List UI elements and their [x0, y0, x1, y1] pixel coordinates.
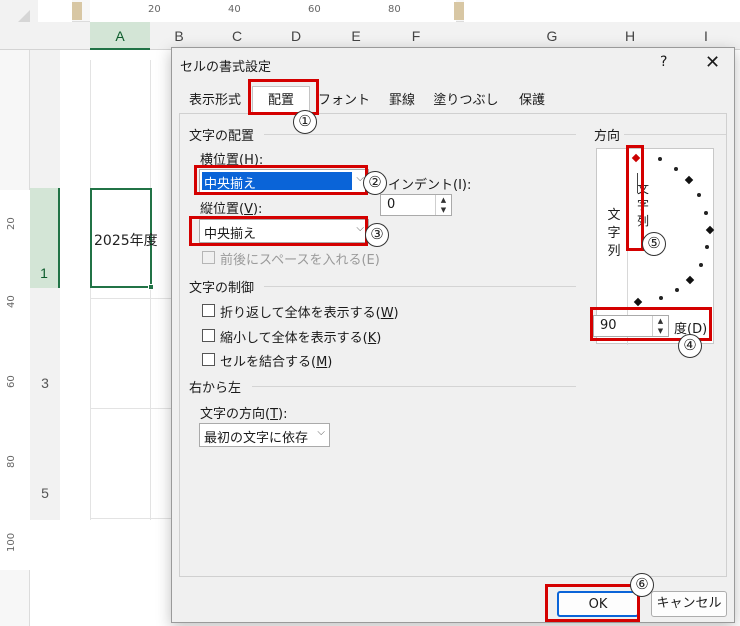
indent-spinner[interactable]: 0 ▲ ▼ — [380, 194, 452, 216]
column-header-h[interactable]: H — [598, 22, 662, 50]
close-icon[interactable]: ✕ — [705, 52, 720, 73]
divider — [264, 134, 576, 135]
tab-font[interactable]: フォント — [316, 86, 372, 114]
section-orientation: 方向 — [594, 129, 621, 144]
help-button[interactable]: ? — [660, 54, 667, 70]
vertical-ruler: 20 40 60 80 100 — [0, 50, 30, 626]
row-header-5[interactable]: 5 — [30, 478, 60, 508]
cell-a1[interactable]: 2025年度 — [90, 188, 158, 290]
tab-number-format[interactable]: 表示形式 — [182, 86, 248, 114]
row-header-1[interactable]: 1 — [30, 188, 60, 288]
text-direction-label: 文字の方向(T): — [200, 407, 288, 422]
row-headers: 1 3 5 — [30, 50, 60, 520]
section-text-alignment: 文字の配置 — [189, 129, 255, 144]
shrink-to-fit-label: 縮小して全体を表示する(K) — [220, 331, 382, 346]
angle-dot — [658, 157, 662, 161]
tab-fill[interactable]: 塗りつぶし — [432, 86, 500, 114]
gridline — [90, 298, 172, 299]
column-header-a[interactable]: A — [90, 22, 150, 50]
cell-a1-value: 2025年度 — [94, 233, 158, 249]
justify-distributed-checkbox[interactable] — [202, 251, 215, 264]
gridline — [90, 60, 91, 520]
spin-down-icon[interactable]: ▼ — [436, 205, 451, 215]
justify-distributed-label: 前後にスペースを入れる(E) — [220, 253, 380, 268]
angle-dot — [705, 245, 709, 249]
ruler-label: 40 — [6, 295, 17, 308]
wrap-text-label: 折り返して全体を表示する(W) — [220, 306, 399, 321]
shrink-to-fit-checkbox[interactable] — [202, 329, 215, 342]
text-direction-value: 最初の文字に依存 — [204, 431, 309, 446]
angle-marker — [705, 225, 715, 235]
angle-dot — [674, 167, 678, 171]
ruler-label: 20 — [6, 217, 17, 230]
column-header-d[interactable]: D — [266, 22, 326, 50]
ruler-label: 100 — [6, 532, 17, 552]
tab-border[interactable]: 罫線 — [376, 86, 428, 114]
horizontal-ruler: 20 40 60 80 — [72, 0, 464, 22]
ruler-label: 40 — [228, 4, 241, 15]
dialog-title: セルの書式設定 — [180, 60, 272, 75]
wrap-text-checkbox[interactable] — [202, 304, 215, 317]
step-badge-6: ⑥ — [630, 573, 654, 597]
chevron-down-icon: ⌵ — [317, 427, 325, 438]
section-right-to-left: 右から左 — [189, 381, 242, 396]
highlight-box-orientation — [626, 145, 644, 251]
angle-marker — [633, 297, 643, 307]
ruler-margin-left[interactable] — [72, 2, 82, 20]
spin-up-icon[interactable]: ▲ — [436, 195, 451, 205]
ruler-margin-right[interactable] — [454, 2, 464, 20]
section-text-control: 文字の制御 — [189, 281, 255, 296]
gridline — [150, 60, 151, 520]
column-header-c[interactable]: C — [208, 22, 266, 50]
divider — [624, 134, 726, 135]
fill-handle[interactable] — [148, 284, 154, 290]
highlight-box-horizontal — [194, 165, 368, 195]
row-header-3[interactable]: 3 — [30, 368, 60, 398]
ruler-label: 60 — [6, 375, 17, 388]
indent-label: インデント(I): — [388, 178, 472, 193]
angle-dot — [704, 211, 708, 215]
vertical-text-sample[interactable]: 文字列 — [607, 207, 621, 261]
indent-value: 0 — [387, 197, 396, 212]
ruler-label: 80 — [388, 4, 401, 15]
tab-protection[interactable]: 保護 — [504, 86, 560, 114]
column-header-g[interactable]: G — [520, 22, 584, 50]
angle-dot — [659, 296, 663, 300]
angle-dot — [697, 193, 701, 197]
angle-marker — [685, 275, 695, 285]
step-badge-4: ④ — [678, 334, 702, 358]
ruler-label: 80 — [6, 455, 17, 468]
column-header-i[interactable]: I — [680, 22, 732, 50]
ruler-label: 60 — [308, 4, 321, 15]
step-badge-1: ① — [293, 110, 317, 134]
step-badge-2: ② — [363, 171, 387, 195]
text-direction-select[interactable]: 最初の文字に依存 ⌵ — [199, 423, 330, 447]
gridline — [90, 518, 172, 519]
vertical-label: 縦位置(V): — [200, 202, 263, 217]
merge-cells-label: セルを結合する(M) — [220, 355, 333, 370]
ruler-label: 20 — [148, 4, 161, 15]
column-header-b[interactable]: B — [150, 22, 208, 50]
divider — [264, 286, 576, 287]
step-badge-3: ③ — [365, 223, 389, 247]
column-header-e[interactable]: E — [326, 22, 386, 50]
column-headers: A B C D E F G H I — [0, 22, 740, 50]
angle-dot — [699, 263, 703, 267]
highlight-box-ok — [545, 584, 640, 622]
column-header-f[interactable]: F — [386, 22, 446, 50]
angle-dot — [675, 288, 679, 292]
angle-marker — [684, 175, 694, 185]
merge-cells-checkbox[interactable] — [202, 353, 215, 366]
step-badge-5: ⑤ — [642, 232, 666, 256]
highlight-box-vertical — [189, 216, 368, 246]
cancel-button[interactable]: キャンセル — [651, 591, 727, 617]
divider — [252, 386, 576, 387]
gridline — [90, 408, 172, 409]
